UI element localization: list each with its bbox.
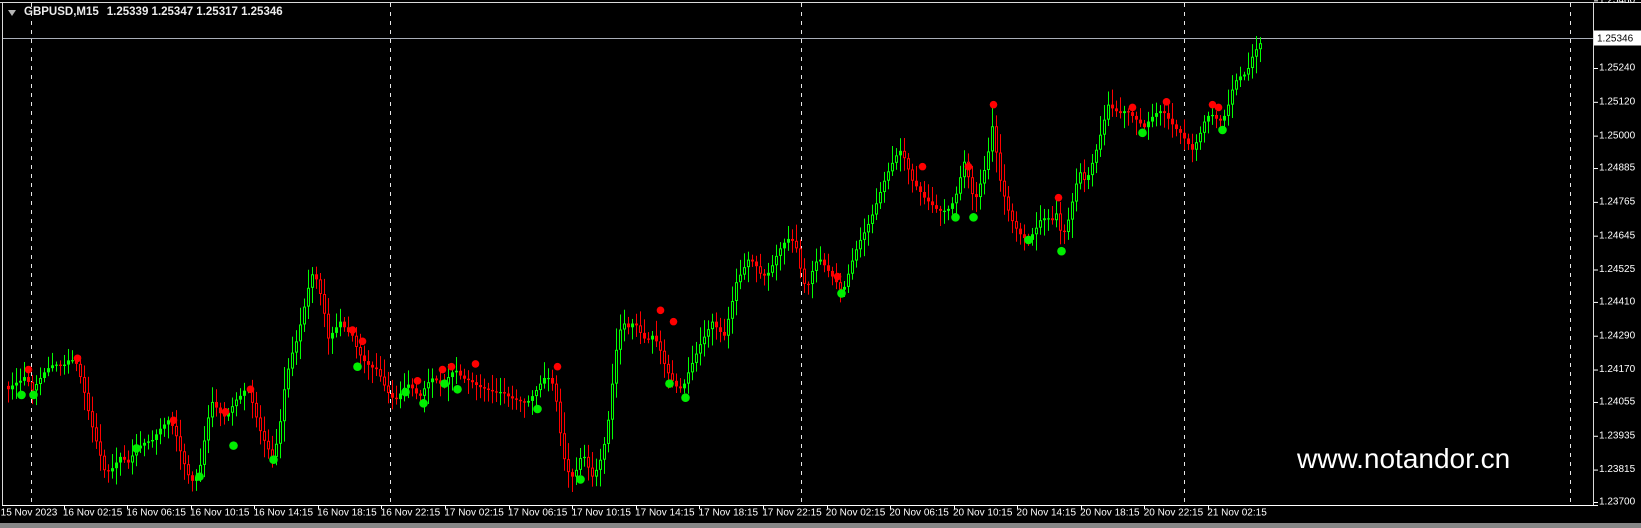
time-tick-label: 20 Nov 06:15 [889, 508, 949, 519]
time-tick-label: 17 Nov 18:15 [699, 508, 759, 519]
current-price-value: 1.25346 [1597, 34, 1634, 45]
sell-signal-dot [439, 366, 447, 374]
time-tick-label: 16 Nov 18:15 [317, 508, 377, 519]
time-tick-label: 17 Nov 22:15 [762, 508, 822, 519]
current-price-label: 1.25346 [1594, 31, 1641, 46]
price-tick-label: 1.24410 [1599, 297, 1636, 308]
time-tick-label: 20 Nov 14:15 [1017, 508, 1077, 519]
sell-signal-dot [554, 363, 562, 371]
buy-signal-dot [17, 391, 26, 400]
sell-signal-dot [74, 354, 82, 362]
buy-signal-dot [132, 444, 141, 453]
sell-signal-dot [1163, 98, 1171, 106]
buy-signal-dot [440, 379, 449, 388]
signal-dots [17, 98, 1227, 484]
sell-signal-dot [834, 273, 842, 281]
buy-signal-dot [1218, 126, 1227, 135]
price-tick-label: 1.24055 [1599, 397, 1636, 408]
sell-signal-dot [1055, 194, 1063, 202]
symbol-period-label: GBPUSD,M15 [24, 6, 99, 18]
sell-signal-dot [448, 363, 456, 371]
buy-signal-dot [419, 399, 428, 408]
buy-signal-dot [1024, 236, 1033, 245]
price-tick-label: 1.24645 [1599, 230, 1636, 241]
sell-signal-dot [657, 307, 665, 315]
buy-signal-dot [969, 213, 978, 222]
time-tick-label: 17 Nov 06:15 [508, 508, 568, 519]
price-axis: 1.25480 1.25240 1.25120 1.25000 1.24885 1.247… [1594, 0, 1636, 508]
watermark-text: www.notandor.cn [1297, 443, 1510, 475]
buy-signal-dot [1138, 129, 1147, 138]
buy-signal-dot [195, 472, 204, 481]
time-tick-label: 16 Nov 02:15 [63, 508, 123, 519]
time-tick-label: 20 Nov 22:15 [1144, 508, 1204, 519]
time-tick-label: 16 Nov 14:15 [254, 508, 314, 519]
buy-signal-dot [229, 441, 238, 450]
buy-signal-dot [29, 391, 38, 400]
symbol-dropdown-icon[interactable] [8, 10, 16, 16]
time-tick-label: 20 Nov 10:15 [953, 508, 1013, 519]
buy-signal-dot [665, 379, 674, 388]
sell-signal-dot [919, 163, 927, 171]
time-tick-label: 20 Nov 18:15 [1080, 508, 1140, 519]
time-tick-label: 17 Nov 14:15 [635, 508, 695, 519]
time-tick-label: 16 Nov 22:15 [381, 508, 441, 519]
sell-signal-dot [990, 101, 998, 109]
sell-signal-dot [222, 408, 230, 416]
time-axis: 15 Nov 2023 16 Nov 02:1516 Nov 06:15 16 No… [1, 505, 1268, 519]
sell-signal-dot [965, 163, 973, 171]
sell-signal-dot [247, 385, 255, 393]
time-tick-label: 16 Nov 10:15 [190, 508, 250, 519]
sell-signal-dot [170, 416, 178, 424]
price-tick-label: 1.24525 [1599, 264, 1636, 275]
buy-signal-dot [353, 362, 362, 371]
time-tick-label: 17 Nov 02:15 [444, 508, 504, 519]
time-tick-label: 20 Nov 02:15 [826, 508, 886, 519]
price-tick-label: 1.24885 [1599, 163, 1636, 174]
sell-signal-dot [25, 366, 33, 374]
sell-signal-dot [472, 360, 480, 368]
sell-signal-dot [1215, 104, 1223, 112]
sell-signal-dot [359, 338, 367, 346]
sell-signal-dot [349, 326, 357, 334]
price-tick-label: 1.24765 [1599, 197, 1636, 208]
buy-signal-dot [453, 385, 462, 394]
price-tick-label: 1.23935 [1599, 430, 1636, 441]
sell-signal-dot [670, 318, 678, 326]
sell-signal-dot [1129, 104, 1137, 112]
price-tick-label: 1.24170 [1599, 364, 1636, 375]
price-tick-label: 1.25120 [1599, 96, 1636, 107]
ohlc-quotes-label: 1.25339 1.25347 1.25317 1.25346 [107, 6, 283, 18]
price-tick-label: 1.24290 [1599, 330, 1636, 341]
candles [7, 36, 1262, 492]
price-tick-label: 1.25000 [1599, 130, 1636, 141]
price-tick-label: 1.23815 [1599, 464, 1636, 475]
buy-signal-dot [951, 213, 960, 222]
mt4-chart-window: 15 Nov 2023 16 Nov 02:1516 Nov 06:15 16 No… [0, 0, 1641, 528]
buy-signal-dot [837, 289, 846, 298]
chart-title-bar: GBPUSD,M15 1.25339 1.25347 1.25317 1.253… [8, 6, 283, 18]
price-tick-label: 1.23700 [1599, 497, 1636, 508]
price-tick-label: 1.25480 [1599, 0, 1636, 6]
sell-signal-dot [414, 377, 422, 385]
buy-signal-dot [533, 405, 542, 414]
time-tick-label: 16 Nov 06:15 [126, 508, 186, 519]
price-tick-label: 1.25240 [1599, 63, 1636, 74]
time-tick-label: 21 Nov 02:15 [1207, 508, 1267, 519]
buy-signal-dot [576, 475, 585, 484]
buy-signal-dot [401, 388, 410, 397]
buy-signal-dot [1057, 247, 1066, 256]
time-tick-label: 17 Nov 10:15 [571, 508, 631, 519]
buy-signal-dot [269, 455, 278, 464]
time-tick-label: 15 Nov 2023 [1, 508, 58, 519]
buy-signal-dot [681, 393, 690, 402]
